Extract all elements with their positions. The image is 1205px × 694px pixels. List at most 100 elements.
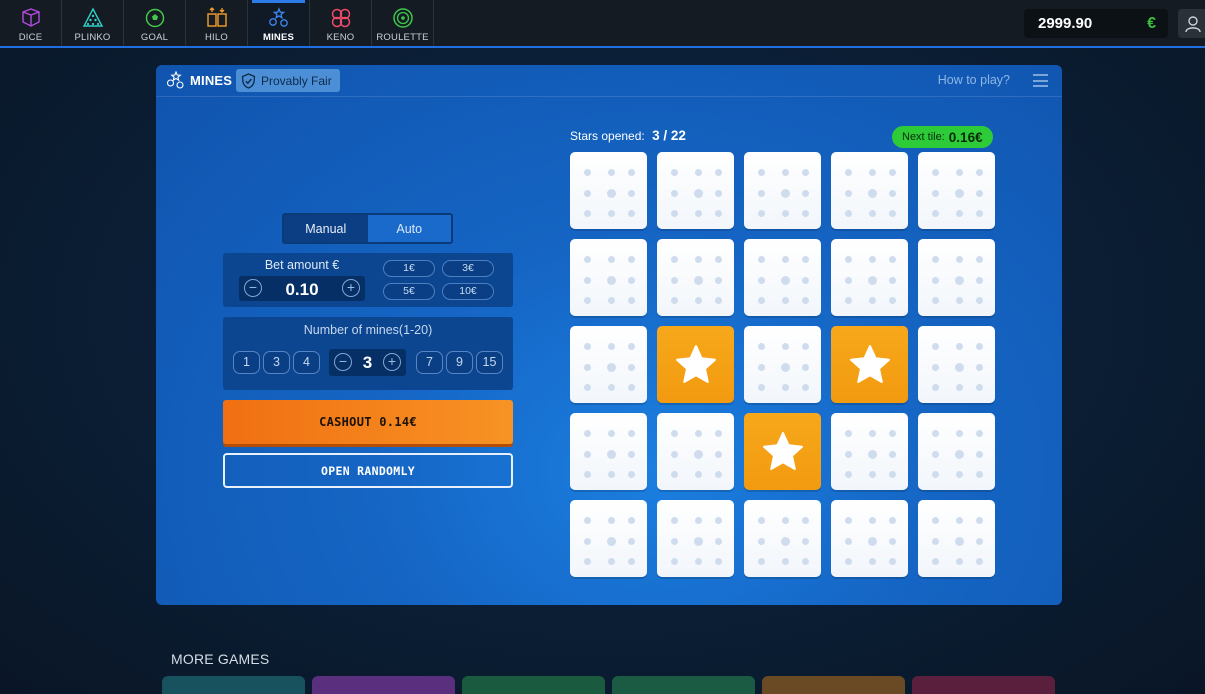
tile-closed[interactable] — [918, 500, 995, 577]
tile-dot — [715, 430, 722, 437]
tab-hilo[interactable]: HILO — [186, 0, 248, 46]
tile-closed[interactable] — [831, 413, 908, 490]
tab-mines[interactable]: MINES — [248, 0, 310, 46]
tile-dot — [869, 169, 876, 176]
tab-label: HILO — [205, 32, 228, 43]
tile-revealed-star[interactable] — [831, 326, 908, 403]
mines-preset-7[interactable]: 7 — [416, 351, 443, 374]
tile-dot — [802, 256, 809, 263]
tile-revealed-star[interactable] — [657, 326, 734, 403]
tile-dot — [758, 169, 765, 176]
tile-closed[interactable] — [744, 500, 821, 577]
tile-dot — [889, 297, 896, 304]
tile-dot — [976, 169, 983, 176]
tile-closed[interactable] — [570, 413, 647, 490]
tab-goal[interactable]: GOAL — [124, 0, 186, 46]
bet-increase-button[interactable]: + — [342, 279, 360, 297]
tile-dot — [781, 276, 790, 285]
user-account-button[interactable] — [1178, 9, 1205, 38]
tile-dot — [956, 297, 963, 304]
tile-closed[interactable] — [570, 326, 647, 403]
tab-plinko[interactable]: PLINKO — [62, 0, 124, 46]
tile-dot — [845, 558, 852, 565]
balance-amount: 2999.90 — [1038, 15, 1093, 32]
mode-auto-tab[interactable]: Auto — [367, 215, 451, 242]
tile-revealed-star[interactable] — [744, 413, 821, 490]
tile-dot — [845, 430, 852, 437]
tile-dot — [956, 384, 963, 391]
more-game-card[interactable] — [462, 676, 605, 694]
more-game-card[interactable] — [312, 676, 455, 694]
tile-dot — [584, 297, 591, 304]
cashout-button[interactable]: CASHOUT 0.14€ — [223, 400, 513, 444]
tile-closed[interactable] — [918, 326, 995, 403]
tile-dot — [715, 471, 722, 478]
tile-dot — [758, 558, 765, 565]
bet-chip-10[interactable]: 10€ — [442, 283, 494, 300]
mines-increase-button[interactable]: + — [383, 353, 401, 371]
tab-keno[interactable]: KENO — [310, 0, 372, 46]
bet-chip-5[interactable]: 5€ — [383, 283, 435, 300]
tile-dot — [782, 558, 789, 565]
tile-closed[interactable] — [744, 239, 821, 316]
tile-dot — [608, 430, 615, 437]
mode-manual-tab[interactable]: Manual — [284, 215, 368, 242]
tile-dot — [758, 364, 765, 371]
tile-closed[interactable] — [831, 152, 908, 229]
tile-dot — [889, 256, 896, 263]
tile-closed[interactable] — [918, 239, 995, 316]
bet-chip-3[interactable]: 3€ — [442, 260, 494, 277]
tile-dot — [781, 363, 790, 372]
tile-closed[interactable] — [918, 413, 995, 490]
how-to-play-link[interactable]: How to play? — [938, 73, 1010, 87]
mines-preset-1[interactable]: 1 — [233, 351, 260, 374]
tile-closed[interactable] — [570, 239, 647, 316]
tile-dot — [628, 343, 635, 350]
tab-roulette[interactable]: ROULETTE — [372, 0, 434, 46]
tile-closed[interactable] — [657, 500, 734, 577]
tile-closed[interactable] — [657, 152, 734, 229]
tile-dot — [955, 363, 964, 372]
tile-dot — [758, 297, 765, 304]
more-game-card[interactable] — [762, 676, 905, 694]
bet-amount-label: Bet amount € — [264, 258, 340, 272]
mines-preset-4[interactable]: 4 — [293, 351, 320, 374]
more-game-card[interactable] — [612, 676, 755, 694]
tile-dot — [628, 256, 635, 263]
mines-preset-9[interactable]: 9 — [446, 351, 473, 374]
mines-preset-15[interactable]: 15 — [476, 351, 503, 374]
tile-closed[interactable] — [831, 239, 908, 316]
mines-preset-3[interactable]: 3 — [263, 351, 290, 374]
tile-dot — [976, 277, 983, 284]
tile-closed[interactable] — [570, 152, 647, 229]
tile-closed[interactable] — [657, 239, 734, 316]
tile-dot — [671, 471, 678, 478]
tile-closed[interactable] — [570, 500, 647, 577]
more-game-card[interactable] — [912, 676, 1055, 694]
tile-closed[interactable] — [918, 152, 995, 229]
bet-chip-1[interactable]: 1€ — [383, 260, 435, 277]
tile-dot — [956, 256, 963, 263]
tile-dot — [671, 256, 678, 263]
tile-dot — [889, 169, 896, 176]
tile-dot — [932, 277, 939, 284]
tile-closed[interactable] — [744, 152, 821, 229]
next-tile-value: 0.16€ — [948, 129, 983, 145]
tile-dot — [932, 451, 939, 458]
tile-dot — [628, 451, 635, 458]
tile-dot — [628, 364, 635, 371]
open-randomly-button[interactable]: OPEN RANDOMLY — [223, 453, 513, 488]
menu-icon[interactable] — [1033, 74, 1048, 87]
tile-closed[interactable] — [744, 326, 821, 403]
tile-dot — [671, 297, 678, 304]
tab-dice[interactable]: DICE — [0, 0, 62, 46]
tile-dot — [607, 276, 616, 285]
tile-closed[interactable] — [831, 500, 908, 577]
tile-dot — [782, 343, 789, 350]
tile-dot — [695, 210, 702, 217]
tile-dot — [608, 256, 615, 263]
tile-closed[interactable] — [657, 413, 734, 490]
more-game-card[interactable] — [162, 676, 305, 694]
provably-fair-badge[interactable]: Provably Fair — [236, 69, 340, 92]
tile-dot — [608, 169, 615, 176]
